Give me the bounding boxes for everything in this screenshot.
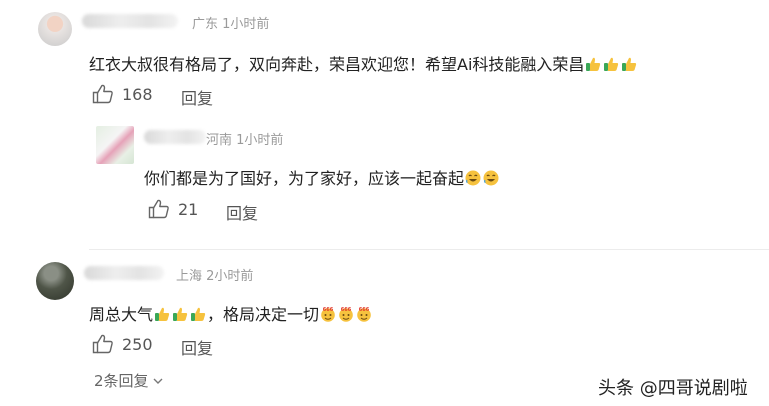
- thumbs-up-icon: [621, 56, 637, 72]
- avatar[interactable]: [36, 262, 74, 300]
- like-button[interactable]: 168: [92, 84, 153, 104]
- comment-text: 红衣大叔很有格局了，双向奔赴，荣昌欢迎您！希望Ai科技能融入荣昌: [89, 51, 638, 75]
- svg-text:666: 666: [323, 307, 334, 313]
- grin-emoji-icon: [483, 170, 499, 186]
- svg-text:666: 666: [359, 307, 370, 313]
- thumbs-up-outline-icon: [92, 84, 113, 104]
- comment-meta: 河南 1小时前: [206, 133, 284, 148]
- watermark: 头条 @四哥说剧啦: [598, 378, 748, 399]
- like-count: 168: [122, 84, 153, 104]
- comment-text-end: ，格局决定一切: [207, 305, 320, 324]
- like-count: 21: [178, 199, 199, 219]
- reply-button[interactable]: 回复: [181, 335, 213, 359]
- thumbs-up-icon: [585, 56, 601, 72]
- expand-replies-label: 2条回复: [94, 372, 149, 390]
- thumbs-up-icon: [603, 56, 619, 72]
- username-blurred[interactable]: [82, 14, 178, 28]
- username-blurred[interactable]: [84, 266, 164, 280]
- 666-face-icon: 666: [356, 306, 372, 322]
- 666-face-icon: 666: [320, 306, 336, 322]
- like-button[interactable]: 21: [148, 199, 198, 219]
- thumbs-up-icon: [172, 306, 188, 322]
- thumbs-up-outline-icon: [92, 334, 113, 354]
- username-blurred[interactable]: [144, 130, 206, 144]
- 666-face-icon: 666: [338, 306, 354, 322]
- comment-text: 周总大气 ，格局决定一切 666 666 666: [89, 301, 373, 325]
- thumbs-up-outline-icon: [148, 199, 169, 219]
- reply-text: 你们都是为了国好，为了家好，应该一起奋起: [144, 165, 500, 189]
- comment-meta: 上海 2小时前: [176, 269, 254, 284]
- reply-button[interactable]: 回复: [181, 85, 213, 109]
- grin-emoji-icon: [465, 170, 481, 186]
- chevron-down-icon: [153, 378, 163, 384]
- expand-replies-button[interactable]: 2条回复: [94, 370, 164, 391]
- reply-text-body: 你们都是为了国好，为了家好，应该一起奋起: [144, 169, 465, 188]
- comment-meta: 广东 1小时前: [192, 17, 270, 32]
- like-count: 250: [122, 334, 153, 354]
- comment-text-start: 周总大气: [89, 305, 154, 324]
- comment-divider: [89, 249, 769, 250]
- reply-button[interactable]: 回复: [226, 200, 258, 224]
- avatar[interactable]: [96, 126, 134, 164]
- thumbs-up-icon: [154, 306, 170, 322]
- like-button[interactable]: 250: [92, 334, 153, 354]
- svg-text:666: 666: [341, 307, 352, 313]
- thumbs-up-icon: [190, 306, 206, 322]
- avatar[interactable]: [38, 12, 72, 46]
- comment-text-body: 红衣大叔很有格局了，双向奔赴，荣昌欢迎您！希望Ai科技能融入荣昌: [89, 55, 585, 74]
